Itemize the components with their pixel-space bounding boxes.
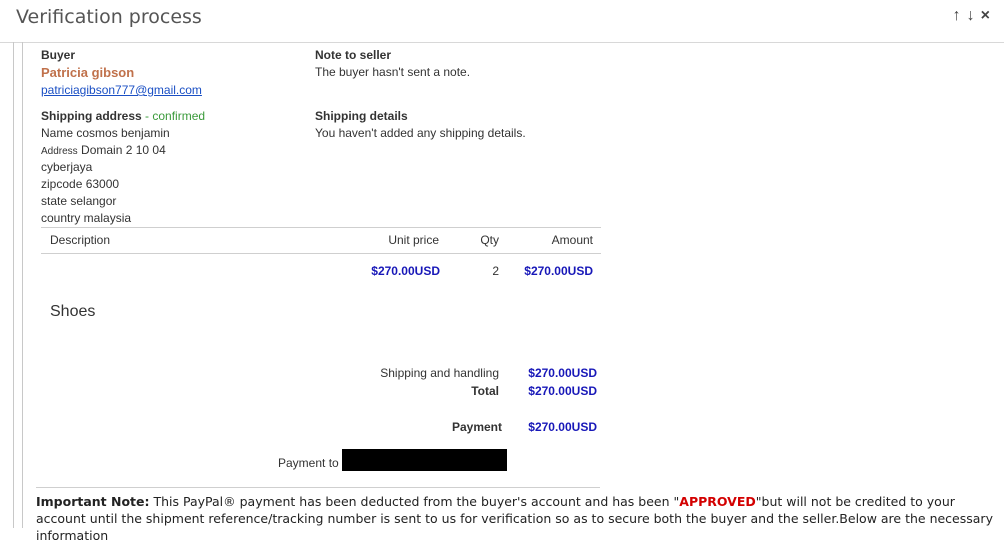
item-amount: $270.00USD: [524, 264, 593, 278]
address-line: cyberjaya: [41, 160, 93, 174]
address-value: Domain 2 10 04: [81, 143, 166, 157]
arrow-down-icon[interactable]: ↓: [967, 6, 975, 26]
name-label: Name: [41, 126, 74, 140]
approved-status: APPROVED: [679, 494, 756, 509]
item-title: Shoes: [50, 303, 96, 320]
shipping-details-text: You haven't added any shipping details.: [315, 126, 526, 140]
buyer-email-link[interactable]: patriciagibson777@gmail.com: [41, 83, 202, 97]
buyer-name: Patricia gibson: [41, 65, 135, 80]
important-note: Important Note: This PayPal® payment has…: [36, 493, 996, 544]
col-header-description: Description: [50, 233, 111, 247]
payment-to-label: Payment to :: [278, 456, 346, 470]
shipping-name-row: Name cosmos benjamin: [41, 126, 170, 140]
col-header-amount: Amount: [551, 233, 593, 247]
item-qty: 2: [492, 264, 499, 278]
note-to-seller-label: Note to seller: [315, 48, 392, 62]
shipping-address-row: Address Domain 2 10 04: [41, 143, 166, 157]
buyer-label: Buyer: [41, 48, 76, 62]
col-header-unit-price: Unit price: [388, 233, 439, 247]
page-title: Verification process: [16, 6, 202, 28]
address-confirmed-status: - confirmed: [141, 109, 206, 123]
total-label: Total: [471, 384, 499, 398]
shipping-address-heading: Shipping address - confirmed: [41, 109, 205, 123]
address-label: Address: [41, 146, 78, 157]
table-top-divider: [41, 227, 601, 228]
col-header-qty: Qty: [480, 233, 499, 247]
shipping-details-label: Shipping details: [315, 109, 408, 123]
payment-value: $270.00USD: [528, 420, 597, 434]
shipping-handling-label: Shipping and handling: [380, 366, 499, 380]
item-unit-price: $270.00USD: [371, 264, 440, 278]
address-line: zipcode 63000: [41, 177, 120, 191]
arrow-up-icon[interactable]: ↑: [953, 6, 961, 26]
table-header-divider: [41, 253, 601, 254]
close-icon[interactable]: ×: [981, 6, 990, 26]
left-frame-border: [13, 42, 23, 528]
title-bar: Verification process ↑ ↓ ×: [0, 0, 1004, 43]
payment-label: Payment: [451, 420, 502, 434]
address-line: state selangor: [41, 194, 117, 208]
header-controls: ↑ ↓ ×: [953, 6, 990, 26]
total-value: $270.00USD: [528, 384, 597, 398]
redacted-recipient: [342, 449, 507, 471]
name-value: cosmos benjamin: [76, 126, 170, 140]
address-line: country malaysia: [41, 211, 132, 225]
note-divider: [36, 487, 600, 488]
important-note-label: Important Note:: [36, 494, 150, 509]
important-note-text-before: This PayPal® payment has been deducted f…: [149, 494, 680, 509]
shipping-address-label: Shipping address: [41, 109, 142, 123]
note-to-seller-text: The buyer hasn't sent a note.: [315, 65, 471, 79]
shipping-handling-value: $270.00USD: [528, 366, 597, 380]
